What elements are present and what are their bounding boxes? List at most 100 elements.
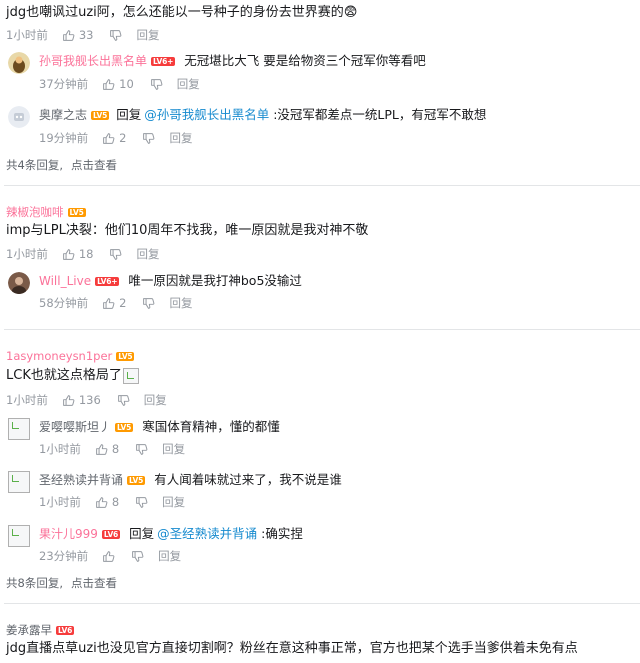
thumb-down-icon: [136, 496, 148, 508]
username[interactable]: Will_Live: [39, 273, 91, 289]
reply-button[interactable]: 回复: [136, 246, 159, 262]
username[interactable]: 爱嘤嘤斯坦丿: [39, 419, 111, 435]
like-button[interactable]: 8: [95, 495, 119, 509]
like-count: 136: [78, 393, 101, 407]
comment-text: imp与LPL决裂：他们10周年不找我，唯一原因就是我对神不敬: [6, 223, 369, 238]
like-button[interactable]: 2: [102, 131, 126, 145]
reply-button[interactable]: 回复: [169, 295, 192, 311]
reply-count-text: 共4条回复,: [6, 158, 63, 172]
reply-button[interactable]: 回复: [177, 76, 200, 92]
reply-button[interactable]: 回复: [144, 392, 167, 408]
comment-text: jdg直播点草uzi也没见官方直接切割啊？粉丝在意这种事正常，官方也把某个选手当…: [6, 641, 578, 656]
username[interactable]: 果汁儿999: [39, 526, 98, 542]
level-badge: LV6: [101, 529, 121, 539]
reply-meta: 23分钟前 回复: [39, 548, 181, 564]
reply-text: :确实捏: [261, 526, 303, 541]
avatar[interactable]: [8, 52, 30, 74]
username[interactable]: 圣经熟读并背诵: [39, 472, 123, 488]
reply-line: Will_Live LV6+ 唯一原因就是我打神bo5没输过: [39, 272, 302, 290]
reply-text: 无冠堪比大飞 要是给物资三个冠军你等看吧: [184, 53, 426, 68]
like-button[interactable]: 2: [102, 296, 126, 310]
avatar[interactable]: [8, 525, 30, 547]
like-count: 10: [119, 77, 134, 91]
dislike-button[interactable]: [109, 29, 122, 42]
reply-line: 圣经熟读并背诵 LV5 有人闻着味就过来了，我不说是谁: [39, 471, 342, 489]
thumb-up-icon: [62, 248, 75, 260]
dislike-button[interactable]: [142, 297, 155, 310]
broken-image-icon: [8, 525, 30, 547]
comment-author: 姜承露早 LV6: [6, 622, 75, 638]
thumb-down-icon: [110, 29, 122, 41]
thumb-up-icon: [103, 297, 115, 309]
comment-body: LCK也就这点格局了: [6, 368, 122, 383]
comment-text: LCK也就这点格局了: [6, 367, 139, 385]
like-button[interactable]: [102, 550, 115, 563]
level-badge: LV5: [91, 110, 110, 120]
comment-text: jdg也嘲讽过uzi阿，怎么还能以一号种子的身份去世界赛的😨: [6, 4, 357, 22]
reply-line: 爱嘤嘤斯坦丿 LV5 寒国体育精神，懂的都懂: [39, 418, 280, 436]
like-button[interactable]: 18: [62, 247, 94, 261]
comment-meta: 1小时前 136 回复: [6, 392, 167, 408]
reply-count-text: 共8条回复,: [6, 576, 63, 590]
mention-link[interactable]: @圣经熟读并背诵: [157, 525, 257, 543]
thumb-down-icon: [117, 394, 130, 406]
dislike-button[interactable]: [131, 550, 144, 563]
reply-button[interactable]: 回复: [136, 27, 159, 43]
comment-time: 1小时前: [6, 247, 48, 261]
reply-item: Will_Live LV6+ 唯一原因就是我打神bo5没输过: [8, 272, 302, 294]
level-badge: LV6: [56, 626, 75, 635]
dislike-button[interactable]: [135, 496, 148, 509]
thumb-down-icon: [143, 132, 155, 144]
thumb-up-icon: [62, 29, 75, 41]
like-count: 2: [119, 131, 127, 145]
dislike-button[interactable]: [135, 443, 148, 456]
avatar[interactable]: [8, 471, 30, 493]
thumb-down-icon: [110, 248, 122, 260]
like-count: 18: [78, 247, 94, 261]
reply-text: 有人闻着味就过来了，我不说是谁: [154, 472, 342, 487]
dislike-button[interactable]: [150, 78, 163, 91]
divider: [4, 185, 640, 186]
like-count: 8: [111, 495, 120, 509]
view-replies-link[interactable]: 点击查看: [71, 576, 117, 590]
dislike-button[interactable]: [142, 132, 155, 145]
mention-link[interactable]: @孙哥我舰长出黑名单: [144, 106, 269, 124]
reply-item: 果汁儿999 LV6 回复 @圣经熟读并背诵 :确实捏: [8, 525, 303, 547]
like-count: 33: [78, 28, 94, 42]
more-replies: 共4条回复, 点击查看: [6, 157, 117, 173]
reply-item: 爱嘤嘤斯坦丿 LV5 寒国体育精神，懂的都懂: [8, 418, 280, 440]
dislike-button[interactable]: [117, 394, 130, 407]
level-badge: LV5: [67, 208, 86, 217]
dislike-button[interactable]: [109, 248, 122, 261]
reply-item: 奥摩之志 LV5 回复 @孙哥我舰长出黑名单 :没冠军都差点一统LPL，有冠军不…: [8, 106, 486, 128]
username[interactable]: 孙哥我舰长出黑名单: [39, 53, 147, 69]
reply-meta: 19分钟前 2 回复: [39, 130, 192, 146]
reply-text: :没冠军都差点一统LPL，有冠军不敢想: [273, 107, 487, 122]
username[interactable]: 1asymoneysn1per: [6, 349, 112, 363]
like-button[interactable]: 136: [62, 393, 101, 407]
level-badge: LV5: [127, 475, 146, 485]
comment-meta: 1小时前 33 回复: [6, 27, 159, 43]
reply-button[interactable]: 回复: [162, 441, 185, 457]
reply-button[interactable]: 回复: [158, 548, 181, 564]
like-button[interactable]: 8: [95, 442, 119, 456]
comment-author: 1asymoneysn1per LV5: [6, 349, 135, 363]
avatar[interactable]: [8, 418, 30, 440]
thumb-up-icon: [103, 550, 115, 562]
avatar[interactable]: [8, 106, 30, 128]
avatar[interactable]: [8, 272, 30, 294]
like-button[interactable]: 10: [102, 77, 134, 91]
comment-body: jdg也嘲讽过uzi阿，怎么还能以一号种子的身份去世界赛的: [6, 5, 344, 20]
reply-item: 圣经熟读并背诵 LV5 有人闻着味就过来了，我不说是谁: [8, 471, 342, 493]
username[interactable]: 奥摩之志: [39, 107, 87, 123]
view-replies-link[interactable]: 点击查看: [71, 158, 117, 172]
like-button[interactable]: 33: [62, 28, 94, 42]
reply-line: 奥摩之志 LV5 回复 @孙哥我舰长出黑名单 :没冠军都差点一统LPL，有冠军不…: [39, 106, 486, 124]
thumb-down-icon: [150, 78, 163, 90]
reply-line: 孙哥我舰长出黑名单 LV6+ 无冠堪比大飞 要是给物资三个冠军你等看吧: [39, 52, 426, 70]
username[interactable]: 辣椒泡咖啡: [6, 205, 64, 219]
reply-button[interactable]: 回复: [169, 130, 192, 146]
reply-button[interactable]: 回复: [162, 494, 185, 510]
broken-image-icon: [8, 418, 30, 440]
username[interactable]: 姜承露早: [6, 623, 52, 637]
